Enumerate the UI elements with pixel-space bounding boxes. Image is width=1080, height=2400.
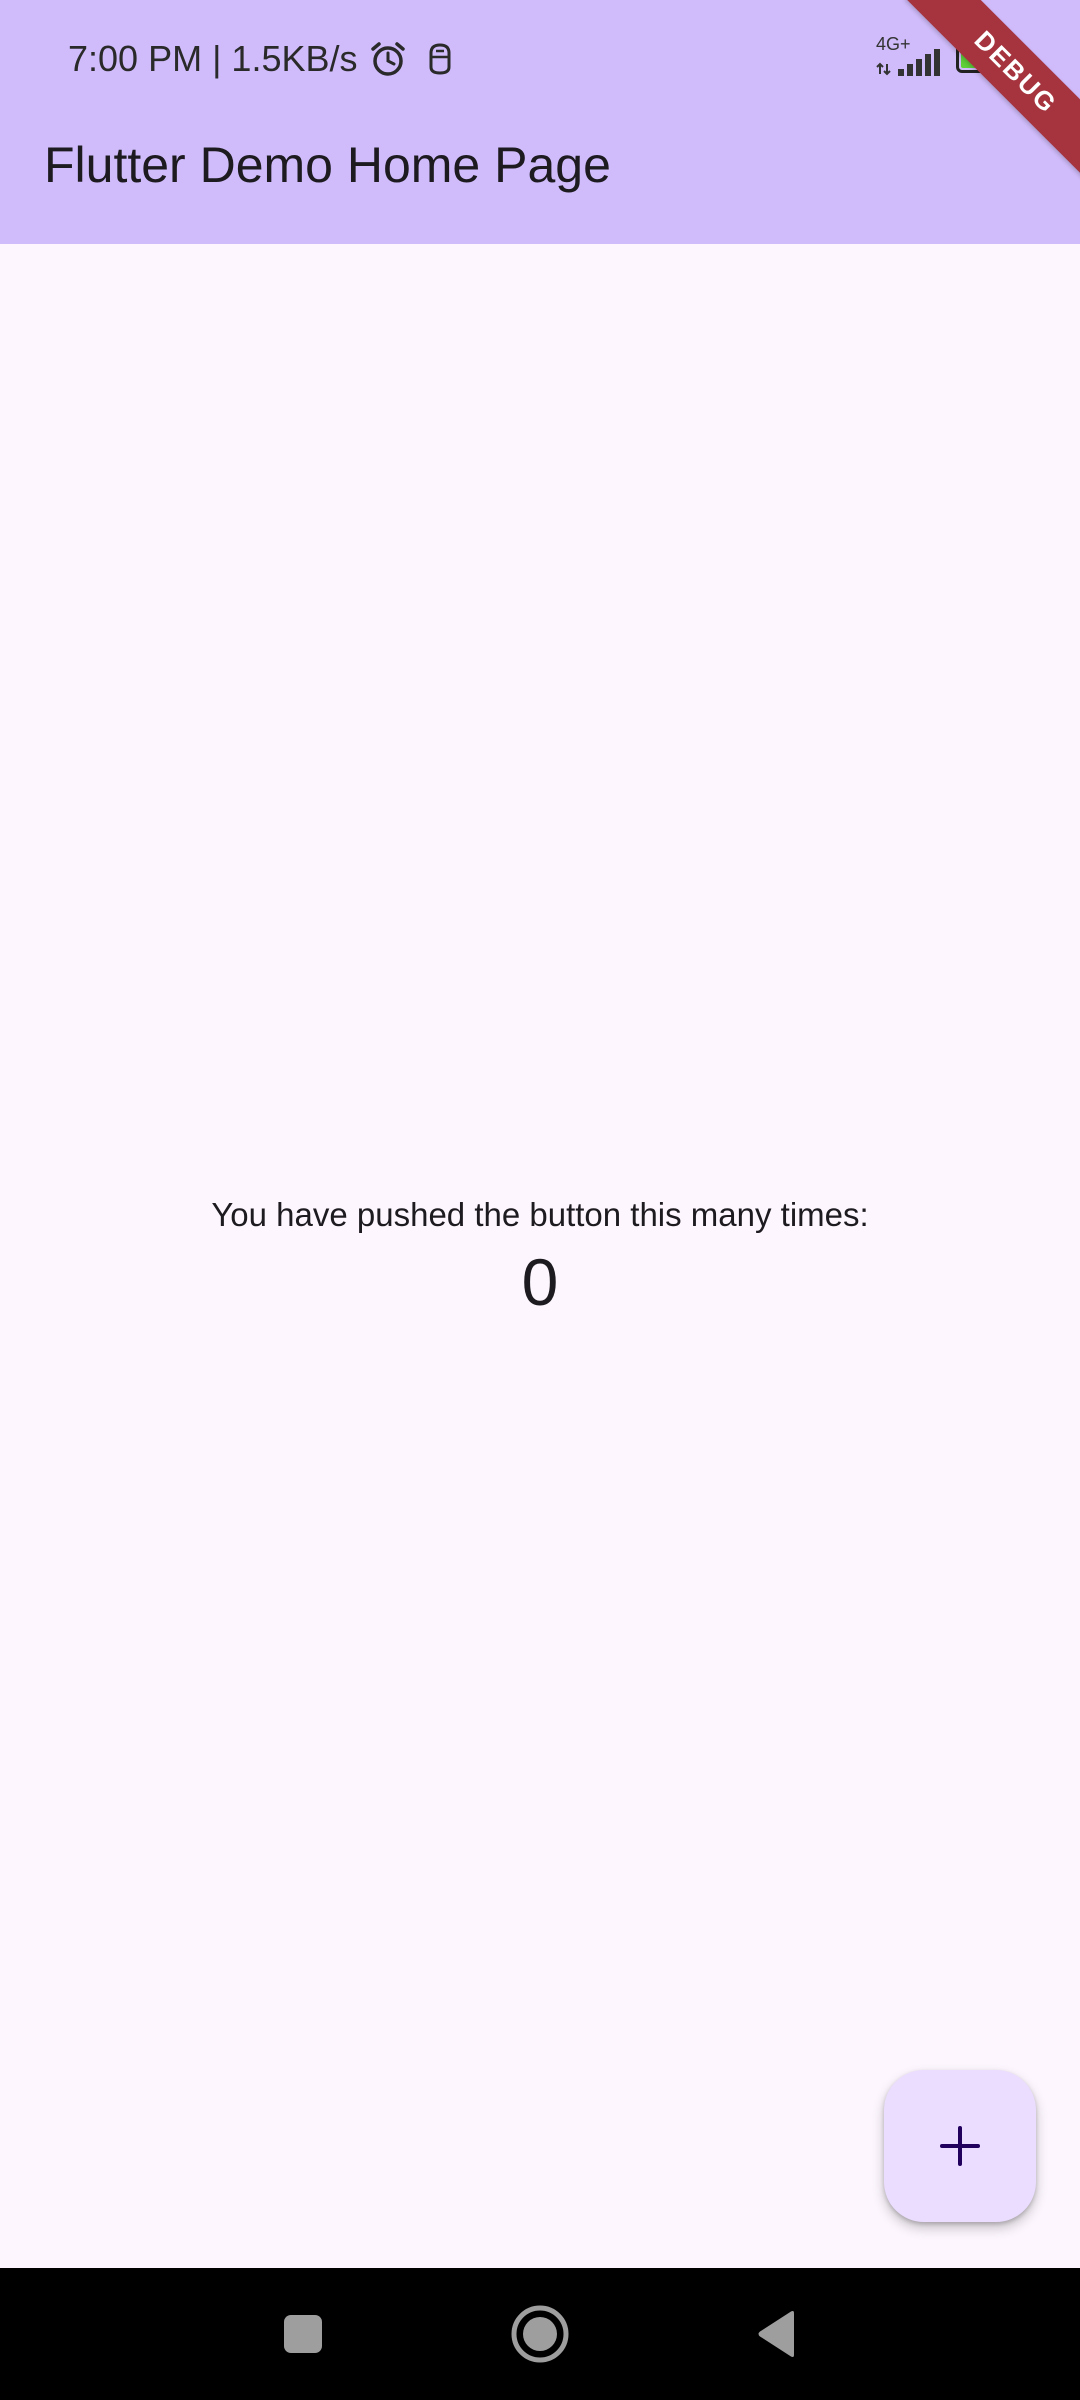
home-button[interactable]	[500, 2294, 580, 2374]
status-left: 7:00 PM | 1.5KB/s	[68, 34, 462, 84]
counter-value: 0	[521, 1245, 559, 1319]
recents-button[interactable]	[263, 2294, 343, 2374]
plus-icon	[940, 2126, 980, 2166]
system-nav-bar	[0, 2268, 1080, 2400]
alarm-icon	[366, 37, 410, 81]
increment-fab-button[interactable]	[884, 2070, 1036, 2222]
app-bar: 7:00 PM | 1.5KB/s 4G+ Flutter Demo Home …	[0, 0, 1080, 244]
recents-square-icon	[284, 2315, 322, 2353]
back-button[interactable]	[737, 2294, 817, 2374]
home-circle-icon	[511, 2305, 569, 2363]
page-title: Flutter Demo Home Page	[44, 137, 611, 193]
signal-icon: 4G+	[876, 34, 946, 80]
counter-label: You have pushed the button this many tim…	[211, 1196, 869, 1233]
app-screen: 7:00 PM | 1.5KB/s 4G+ Flutter Demo Home …	[0, 0, 1080, 2400]
notification-app-icon	[418, 37, 462, 81]
back-triangle-icon	[758, 2311, 794, 2357]
status-bar: 7:00 PM | 1.5KB/s 4G+	[0, 0, 1080, 118]
counter-section: You have pushed the button this many tim…	[0, 1190, 1080, 1322]
status-time-speed: 7:00 PM | 1.5KB/s	[68, 38, 358, 79]
